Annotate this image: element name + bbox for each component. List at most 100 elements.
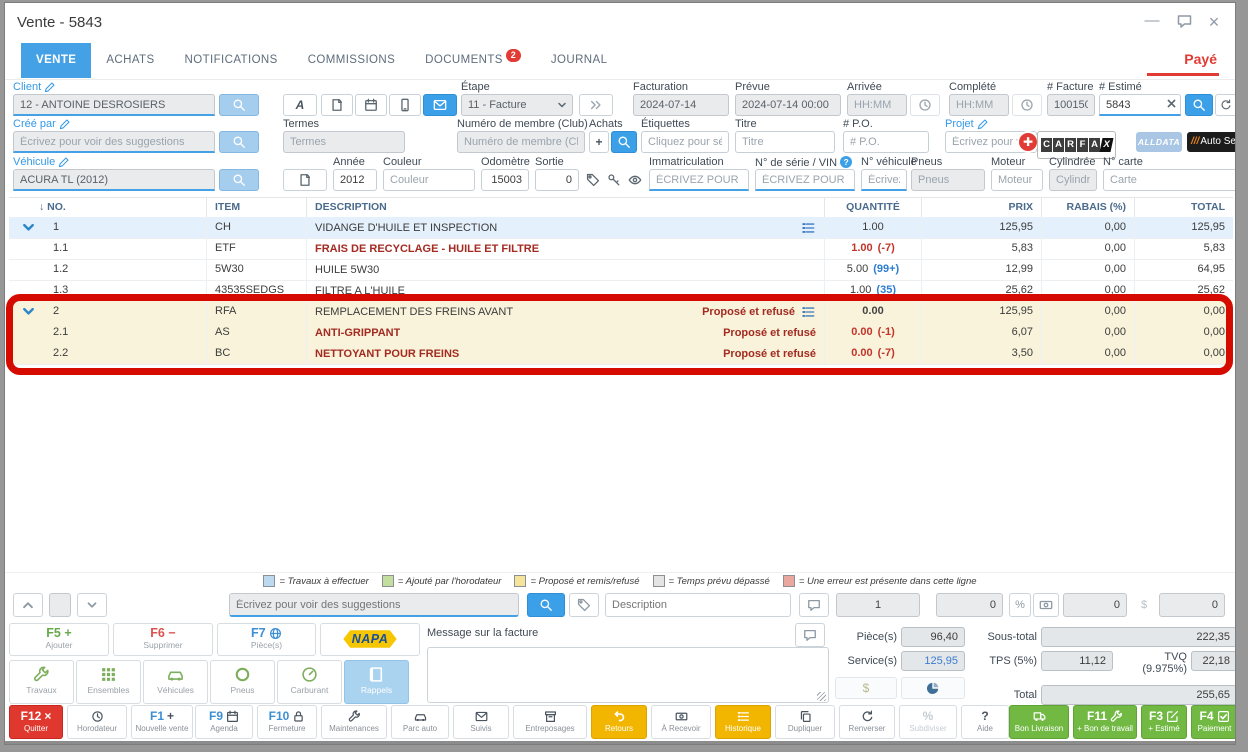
tab-achats[interactable]: ACHATS: [91, 43, 169, 78]
toolbar-aide[interactable]: ?Aide: [961, 705, 1009, 739]
column-item[interactable]: ITEM: [206, 198, 306, 218]
description-input[interactable]: [605, 593, 791, 617]
prevue-input[interactable]: [735, 94, 841, 116]
category-carburant[interactable]: Carburant: [277, 660, 342, 704]
tab-documents[interactable]: DOCUMENTS2: [410, 43, 536, 78]
column-rabais[interactable]: RABAIS (%): [1041, 198, 1134, 218]
no-facture-input[interactable]: [1047, 94, 1095, 116]
client-search-button[interactable]: [219, 94, 259, 116]
chat-button[interactable]: [1173, 12, 1195, 32]
pneus-input[interactable]: [911, 169, 985, 191]
complete-clock-button[interactable]: [1012, 94, 1042, 116]
column-description[interactable]: DESCRIPTION: [306, 198, 824, 218]
achats-search-button[interactable]: [611, 131, 637, 153]
entry-discount-field[interactable]: [1063, 593, 1127, 617]
complete-input[interactable]: [949, 94, 1009, 116]
etiquettes-input[interactable]: [641, 131, 729, 153]
no-vehicule-input[interactable]: [861, 169, 907, 191]
mobile-button[interactable]: [389, 94, 421, 116]
termes-input[interactable]: [283, 131, 405, 153]
toolbar-quitter[interactable]: F12×Quitter: [9, 705, 63, 739]
toolbar-parc-auto[interactable]: Parc auto: [391, 705, 449, 739]
clear-icon[interactable]: [1166, 98, 1177, 109]
resize-handle[interactable]: [817, 692, 826, 701]
item-suggestion-input[interactable]: [229, 593, 519, 617]
minimize-button[interactable]: —: [1141, 12, 1163, 32]
chevron-down-icon[interactable]: [21, 220, 36, 235]
percent-button[interactable]: %: [1009, 593, 1031, 617]
message-chat-button[interactable]: [795, 623, 825, 647]
toolbar-entreposages[interactable]: Entreposages: [513, 705, 587, 739]
toolbar-fermeture[interactable]: F10Fermeture: [257, 705, 317, 739]
tab-commissions[interactable]: COMMISSIONS: [293, 43, 410, 78]
tab-journal[interactable]: JOURNAL: [536, 43, 622, 78]
cylindree-input[interactable]: [1049, 169, 1097, 191]
list-icon[interactable]: [801, 221, 816, 235]
toolbar-agenda[interactable]: F9Agenda: [195, 705, 253, 739]
column-prix[interactable]: PRIX: [921, 198, 1041, 218]
carfax-logo[interactable]: CARFAX: [1037, 131, 1116, 159]
table-row-1.2[interactable]: 1.25W30HUILE 5W305.00(99+)12,990,0064,95: [9, 259, 1233, 281]
vehicule-input[interactable]: [13, 169, 215, 191]
comment-button[interactable]: [799, 593, 829, 617]
vehicule-label[interactable]: Véhicule: [13, 156, 215, 169]
etape-select[interactable]: [461, 94, 573, 116]
toolbar--estim-[interactable]: F3+ Estimé: [1141, 705, 1187, 739]
sortie-input[interactable]: [535, 169, 579, 191]
immatriculation-input[interactable]: [649, 169, 749, 191]
projet-add-icon[interactable]: ✚: [1019, 133, 1037, 151]
directory-button[interactable]: A: [283, 94, 317, 116]
move-down-button[interactable]: [77, 593, 107, 617]
autoserve-logo[interactable]: ///Auto Se: [1187, 132, 1236, 152]
row-number-field[interactable]: [49, 593, 71, 617]
dollar-toggle-button[interactable]: $: [835, 677, 897, 699]
toolbar--bon-de-travail[interactable]: F11+ Bon de travail: [1073, 705, 1137, 739]
client-label[interactable]: Client: [13, 81, 215, 94]
table-row-2[interactable]: 2RFAREMPLACEMENT DES FREINS AVANTProposé…: [9, 301, 1233, 323]
move-up-button[interactable]: [13, 593, 43, 617]
arrivee-clock-button[interactable]: [910, 94, 940, 116]
refresh-button[interactable]: [1215, 94, 1236, 116]
f7-parts-button[interactable]: F7 Pièce(s): [217, 623, 316, 656]
category-rappels[interactable]: Rappels: [344, 660, 409, 704]
toolbar-dupliquer[interactable]: Dupliquer: [775, 705, 835, 739]
tab-notifications[interactable]: NOTIFICATIONS: [170, 43, 293, 78]
toolbar-maintenances[interactable]: Maintenances: [321, 705, 387, 739]
tab-vente[interactable]: VENTE: [21, 43, 91, 78]
money-button[interactable]: [1033, 593, 1059, 617]
email-button[interactable]: [423, 94, 457, 116]
estime-search-button[interactable]: [1185, 94, 1213, 116]
item-tag-button[interactable]: [569, 593, 599, 617]
table-row-1.3[interactable]: 1.343535SEDGSFILTRE A L'HUILE1.00(35)25,…: [9, 280, 1233, 302]
club-input[interactable]: [457, 131, 585, 153]
note-button[interactable]: [321, 94, 353, 116]
toolbar-nouvelle-vente[interactable]: F1+Nouvelle vente: [131, 705, 193, 739]
carte-input[interactable]: [1103, 169, 1236, 191]
category-pneus[interactable]: Pneus: [210, 660, 275, 704]
table-row-1.1[interactable]: 1.1ETFFRAIS DE RECYCLAGE - HUILE ET FILT…: [9, 238, 1233, 260]
toolbar--recevoir[interactable]: À Recevoir: [651, 705, 711, 739]
toolbar-horodateur[interactable]: Horodateur: [67, 705, 127, 739]
f5-add-button[interactable]: F5 + Ajouter: [9, 623, 109, 656]
achats-add-button[interactable]: +: [589, 131, 609, 153]
cree-par-input[interactable]: [13, 131, 215, 153]
item-search-button[interactable]: [527, 593, 565, 617]
couleur-input[interactable]: [383, 169, 475, 191]
cree-par-search-button[interactable]: [219, 131, 259, 153]
chevron-down-icon[interactable]: [21, 304, 36, 319]
table-row-2.1[interactable]: 2.1ASANTI-GRIPPANTProposé et refusé0.00(…: [9, 322, 1233, 344]
tag-button[interactable]: [583, 169, 603, 191]
close-button[interactable]: ×: [1203, 12, 1225, 32]
category-ensembles[interactable]: Ensembles: [76, 660, 141, 704]
projet-label[interactable]: Projet: [945, 118, 1037, 131]
forward-step-button[interactable]: [579, 94, 613, 116]
titre-input[interactable]: [735, 131, 835, 153]
entry-price-field[interactable]: [936, 593, 1003, 617]
vehicule-note-button[interactable]: [283, 169, 327, 191]
category-travaux[interactable]: Travaux: [9, 660, 74, 704]
annee-input[interactable]: [333, 169, 377, 191]
odometre-input[interactable]: [481, 169, 529, 191]
entry-qty-field[interactable]: [836, 593, 920, 617]
eye-button[interactable]: [625, 169, 645, 191]
key-button[interactable]: [604, 169, 624, 191]
